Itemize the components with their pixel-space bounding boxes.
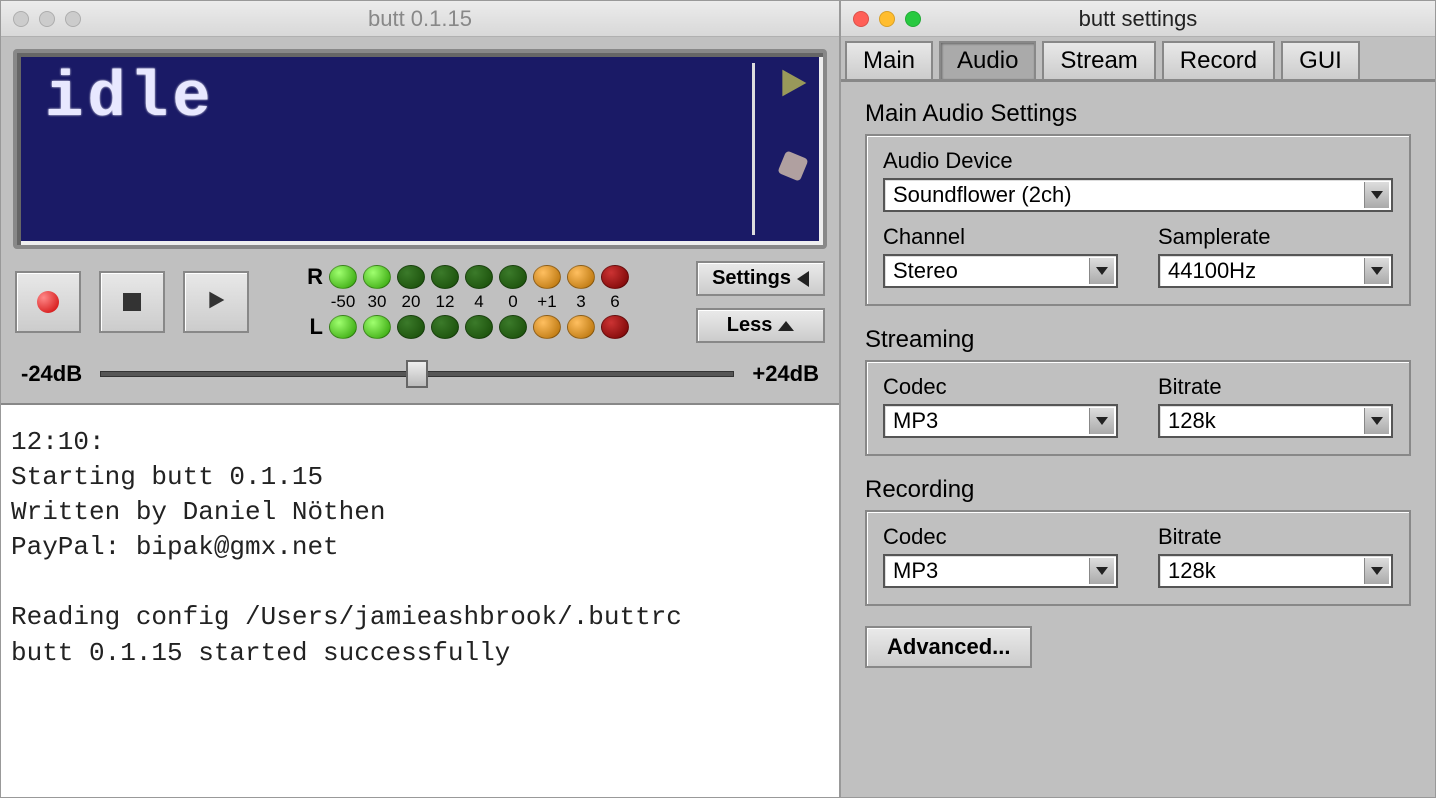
vu-meter: R -5030 2012 40 +13 6 L	[297, 264, 629, 340]
chevron-left-icon	[797, 271, 809, 287]
audio-device-select[interactable]: Soundflower (2ch)	[883, 178, 1393, 212]
recording-heading: Recording	[865, 476, 1411, 504]
samplerate-select[interactable]: 44100Hz	[1158, 254, 1393, 288]
recording-group: Codec MP3 Bitrate 128k	[865, 510, 1411, 606]
audio-device-label: Audio Device	[883, 148, 1393, 174]
record-codec-label: Codec	[883, 524, 1118, 550]
settings-titlebar: butt settings	[841, 1, 1435, 37]
main-audio-group: Audio Device Soundflower (2ch) Channel S…	[865, 134, 1411, 306]
main-window: butt 0.1.15 idle	[0, 0, 840, 798]
tab-record[interactable]: Record	[1162, 41, 1275, 79]
stream-codec-label: Codec	[883, 374, 1118, 400]
samplerate-label: Samplerate	[1158, 224, 1393, 250]
lcd-status-text: idle	[17, 53, 243, 245]
channel-select[interactable]: Stereo	[883, 254, 1118, 288]
record-codec-select[interactable]: MP3	[883, 554, 1118, 588]
lcd-divider	[752, 63, 755, 235]
tab-stream[interactable]: Stream	[1042, 41, 1155, 79]
gain-min-label: -24dB	[21, 361, 82, 387]
stream-bitrate-select[interactable]: 128k	[1158, 404, 1393, 438]
record-bitrate-select[interactable]: 128k	[1158, 554, 1393, 588]
tab-gui[interactable]: GUI	[1281, 41, 1360, 79]
stream-bitrate-label: Bitrate	[1158, 374, 1393, 400]
tab-audio[interactable]: Audio	[939, 41, 1036, 79]
gain-slider-thumb[interactable]	[406, 360, 428, 388]
record-button[interactable]	[15, 271, 81, 333]
streaming-group: Codec MP3 Bitrate 128k	[865, 360, 1411, 456]
zoom-icon[interactable]	[65, 11, 81, 27]
lcd-play-icon[interactable]	[777, 67, 809, 104]
settings-window: butt settings Main Audio Stream Record G…	[840, 0, 1436, 798]
main-window-title: butt 0.1.15	[13, 6, 827, 32]
traffic-lights	[13, 11, 81, 27]
less-button[interactable]: Less	[696, 308, 825, 343]
play-button[interactable]	[183, 271, 249, 333]
streaming-heading: Streaming	[865, 326, 1411, 354]
main-audio-heading: Main Audio Settings	[865, 100, 1411, 128]
advanced-button[interactable]: Advanced...	[865, 626, 1032, 668]
lcd-record-icon[interactable]	[777, 150, 808, 181]
meter-label-r: R	[297, 264, 323, 290]
record-icon	[37, 291, 59, 313]
chevron-up-icon	[778, 321, 794, 331]
close-icon[interactable]	[853, 11, 869, 27]
minimize-icon[interactable]	[879, 11, 895, 27]
play-icon	[206, 289, 226, 316]
log-output: 12:10: Starting butt 0.1.15 Written by D…	[1, 403, 839, 797]
settings-tabbar: Main Audio Stream Record GUI	[841, 37, 1435, 82]
gain-slider-row: -24dB +24dB	[1, 351, 839, 403]
traffic-lights	[853, 11, 921, 27]
stop-button[interactable]	[99, 271, 165, 333]
record-bitrate-label: Bitrate	[1158, 524, 1393, 550]
meter-row-l: L	[297, 314, 629, 340]
meter-label-l: L	[297, 314, 323, 340]
main-titlebar: butt 0.1.15	[1, 1, 839, 37]
gain-max-label: +24dB	[752, 361, 819, 387]
gain-slider[interactable]	[100, 371, 734, 377]
settings-button[interactable]: Settings	[696, 261, 825, 296]
zoom-icon[interactable]	[905, 11, 921, 27]
tab-main[interactable]: Main	[845, 41, 933, 79]
lcd-display: idle	[13, 49, 827, 249]
minimize-icon[interactable]	[39, 11, 55, 27]
channel-label: Channel	[883, 224, 1118, 250]
settings-window-title: butt settings	[853, 6, 1423, 32]
meter-row-r: R	[297, 264, 629, 290]
meter-tick-labels: -5030 2012 40 +13 6	[329, 292, 629, 312]
stop-icon	[123, 293, 141, 311]
close-icon[interactable]	[13, 11, 29, 27]
stream-codec-select[interactable]: MP3	[883, 404, 1118, 438]
